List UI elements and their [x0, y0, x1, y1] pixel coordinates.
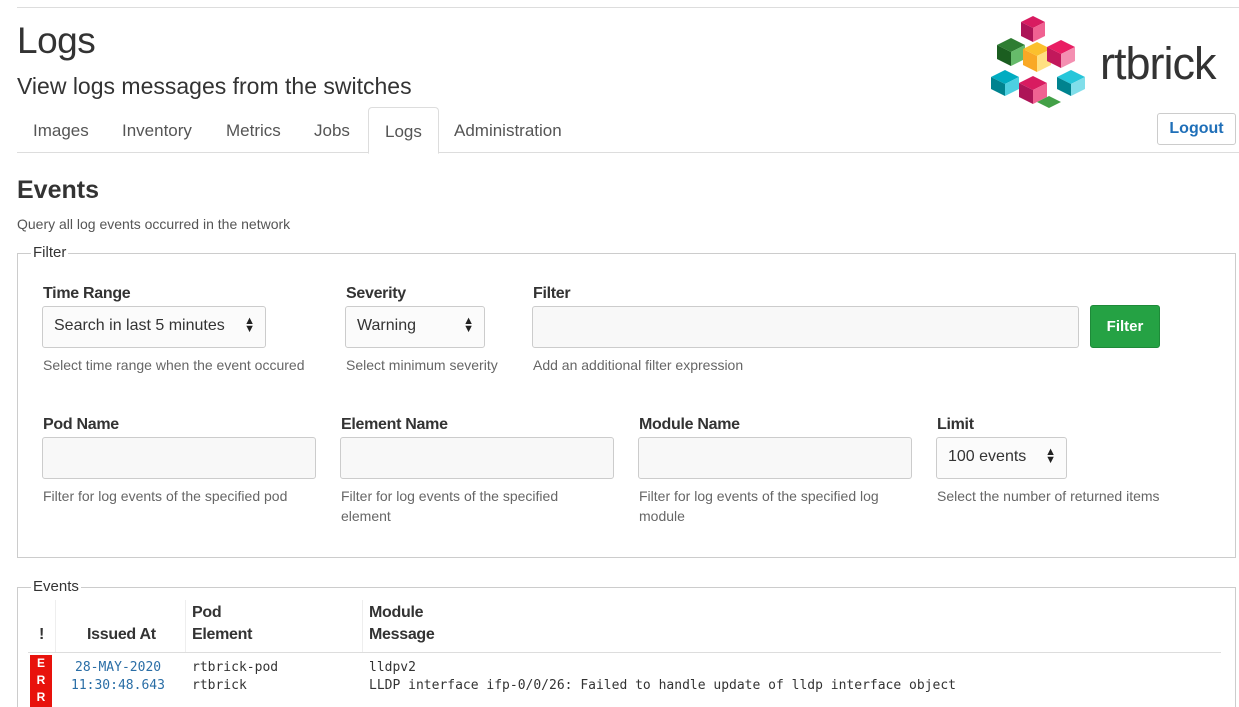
module-name-label: Module Name — [639, 416, 740, 433]
header-issued-at[interactable]: Issued At — [87, 624, 156, 646]
severity-select[interactable]: Warning ▲ ▼ — [345, 306, 485, 348]
tab-inventory[interactable]: Inventory — [106, 107, 208, 153]
time-range-label: Time Range — [43, 285, 131, 302]
events-section-description: Query all log events occurred in the net… — [17, 216, 291, 232]
pod-name-input[interactable] — [42, 437, 316, 479]
events-section-title: Events — [17, 176, 99, 204]
main-nav-tabs: Images Inventory Metrics Jobs Logs Admin… — [17, 107, 1239, 154]
top-divider — [17, 7, 1239, 8]
element-name-label: Element Name — [341, 416, 448, 433]
severity-letter: R — [36, 673, 46, 687]
header-element: Element — [192, 626, 253, 643]
page-subtitle: View logs messages from the switches — [17, 73, 412, 99]
select-arrows-icon: ▲ ▼ — [244, 315, 255, 335]
severity-help: Select minimum severity — [346, 357, 498, 373]
time-range-help: Select time range when the event occured — [43, 357, 305, 373]
header-pod-element[interactable]: Pod Element — [192, 602, 252, 646]
tab-metrics[interactable]: Metrics — [210, 107, 297, 153]
event-message: LLDP interface ifp-0/0/26: Failed to han… — [369, 678, 956, 693]
element-name-help-line1: Filter for log events of the specified — [341, 488, 559, 504]
limit-help: Select the number of returned items — [937, 488, 1160, 504]
event-module: lldpv2 — [369, 660, 416, 675]
limit-value: 100 events — [948, 448, 1027, 465]
module-name-help: Filter for log events of the specified l… — [639, 486, 879, 526]
event-pod: rtbrick-pod — [192, 660, 279, 675]
severity-label: Severity — [346, 285, 406, 302]
column-divider — [55, 600, 56, 652]
element-name-help: Filter for log events of the specified e… — [341, 486, 558, 526]
filter-expression-label: Filter — [533, 285, 571, 302]
filter-expression-help: Add an additional filter expression — [533, 357, 744, 373]
pod-name-label: Pod Name — [43, 416, 119, 433]
header-pod: Pod — [192, 604, 222, 621]
filter-panel-legend: Filter — [31, 244, 69, 261]
event-time-link[interactable]: 11:30:48.643 — [71, 677, 165, 695]
tab-administration[interactable]: Administration — [438, 107, 578, 153]
header-severity: ! — [39, 626, 45, 643]
header-message: Message — [369, 626, 435, 643]
time-range-value: Search in last 5 minutes — [54, 317, 225, 334]
column-divider — [185, 600, 186, 652]
filter-panel — [17, 253, 1236, 558]
events-panel-legend: Events — [31, 578, 81, 595]
severity-badge: ERR — [30, 655, 52, 707]
tab-images[interactable]: Images — [17, 107, 105, 153]
tab-logs[interactable]: Logs — [368, 107, 439, 154]
filter-expression-input[interactable] — [532, 306, 1079, 348]
page-title: Logs — [17, 20, 96, 61]
tab-jobs[interactable]: Jobs — [298, 107, 366, 153]
severity-value: Warning — [357, 317, 416, 334]
limit-label: Limit — [937, 416, 974, 433]
element-name-help-line2: element — [341, 508, 391, 524]
limit-select[interactable]: 100 events ▲ ▼ — [936, 437, 1067, 479]
severity-letter: E — [36, 656, 45, 670]
severity-letter: R — [36, 690, 46, 704]
module-name-input[interactable] — [638, 437, 912, 479]
event-date-link[interactable]: 28-MAY-2020 — [75, 659, 161, 677]
pod-name-help: Filter for log events of the specified p… — [43, 488, 288, 504]
select-arrows-icon: ▲ ▼ — [1045, 446, 1056, 466]
header-module: Module — [369, 604, 424, 621]
event-element: rtbrick — [192, 678, 247, 693]
select-arrows-icon: ▲ ▼ — [463, 315, 474, 335]
time-range-select[interactable]: Search in last 5 minutes ▲ ▼ — [42, 306, 266, 348]
module-name-help-line1: Filter for log events of the specified l… — [639, 488, 879, 504]
logout-button[interactable]: Logout — [1157, 113, 1236, 145]
column-divider — [362, 600, 363, 652]
filter-button[interactable]: Filter — [1090, 305, 1160, 348]
element-name-input[interactable] — [340, 437, 614, 479]
module-name-help-line2: module — [639, 508, 685, 524]
header-module-message[interactable]: Module Message — [369, 602, 435, 646]
logo-wordmark: rtbrick — [1100, 38, 1216, 89]
table-header-divider — [28, 652, 1221, 653]
